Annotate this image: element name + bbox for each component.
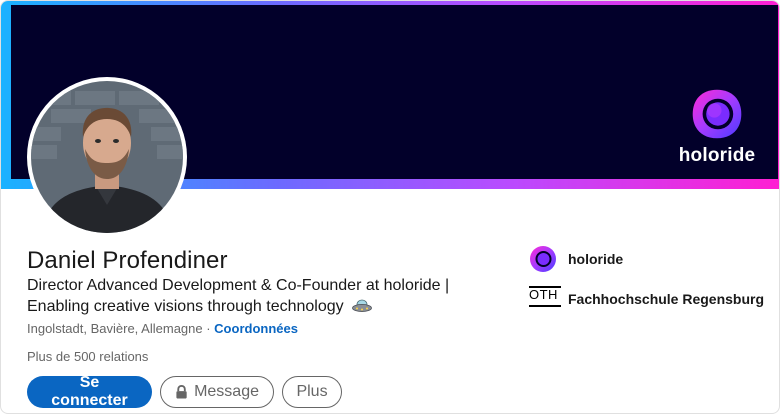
connect-button[interactable]: Se connecter — [27, 374, 152, 409]
location-line: Ingolstadt, Bavière, Allemagne · Coordon… — [27, 321, 298, 336]
profile-name: Daniel Profendiner — [27, 247, 228, 274]
action-buttons: Se connecter Message Plus — [27, 374, 342, 409]
profile-sidebar: holoride OTH Fachhochschule Regensburg — [529, 244, 769, 324]
oth-logo-text: OTH — [529, 287, 558, 302]
profile-card: holoride Daniel Profendiner Director Adv… — [0, 0, 780, 414]
headline-text: Enabling creative visions through techno… — [27, 298, 344, 315]
headline-line-1: Director Advanced Development & Co-Found… — [27, 277, 450, 294]
more-button[interactable]: Plus — [282, 376, 342, 408]
ufo-icon — [352, 299, 372, 312]
banner-brand: holoride — [679, 87, 755, 167]
message-button[interactable]: Message — [160, 376, 274, 408]
oth-logo-underline — [529, 305, 561, 307]
banner-brand-text: holoride — [678, 145, 756, 166]
holoride-logo-icon — [692, 89, 742, 139]
holoride-logo-icon — [530, 246, 556, 272]
headline-line-2: Enabling creative visions through techno… — [27, 296, 497, 317]
location-separator: · — [202, 321, 215, 336]
message-button-label: Message — [194, 383, 259, 400]
profile-headline: Director Advanced Development & Co-Found… — [27, 275, 497, 317]
oth-logo-icon: OTH — [529, 286, 561, 312]
profile-location: Ingolstadt, Bavière, Allemagne — [27, 321, 203, 336]
connections-count: Plus de 500 relations — [27, 349, 149, 364]
avatar[interactable] — [27, 77, 187, 237]
lock-icon — [176, 384, 187, 399]
sidebar-item-holoride[interactable]: holoride — [529, 244, 769, 274]
contact-info-link[interactable]: Coordonnées — [214, 321, 298, 336]
profile-photo — [31, 81, 183, 233]
sidebar-item-label: holoride — [568, 251, 624, 267]
sidebar-item-label: Fachhochschule Regensburg — [568, 291, 765, 307]
sidebar-item-fachhochschule[interactable]: OTH Fachhochschule Regensburg — [529, 284, 769, 314]
